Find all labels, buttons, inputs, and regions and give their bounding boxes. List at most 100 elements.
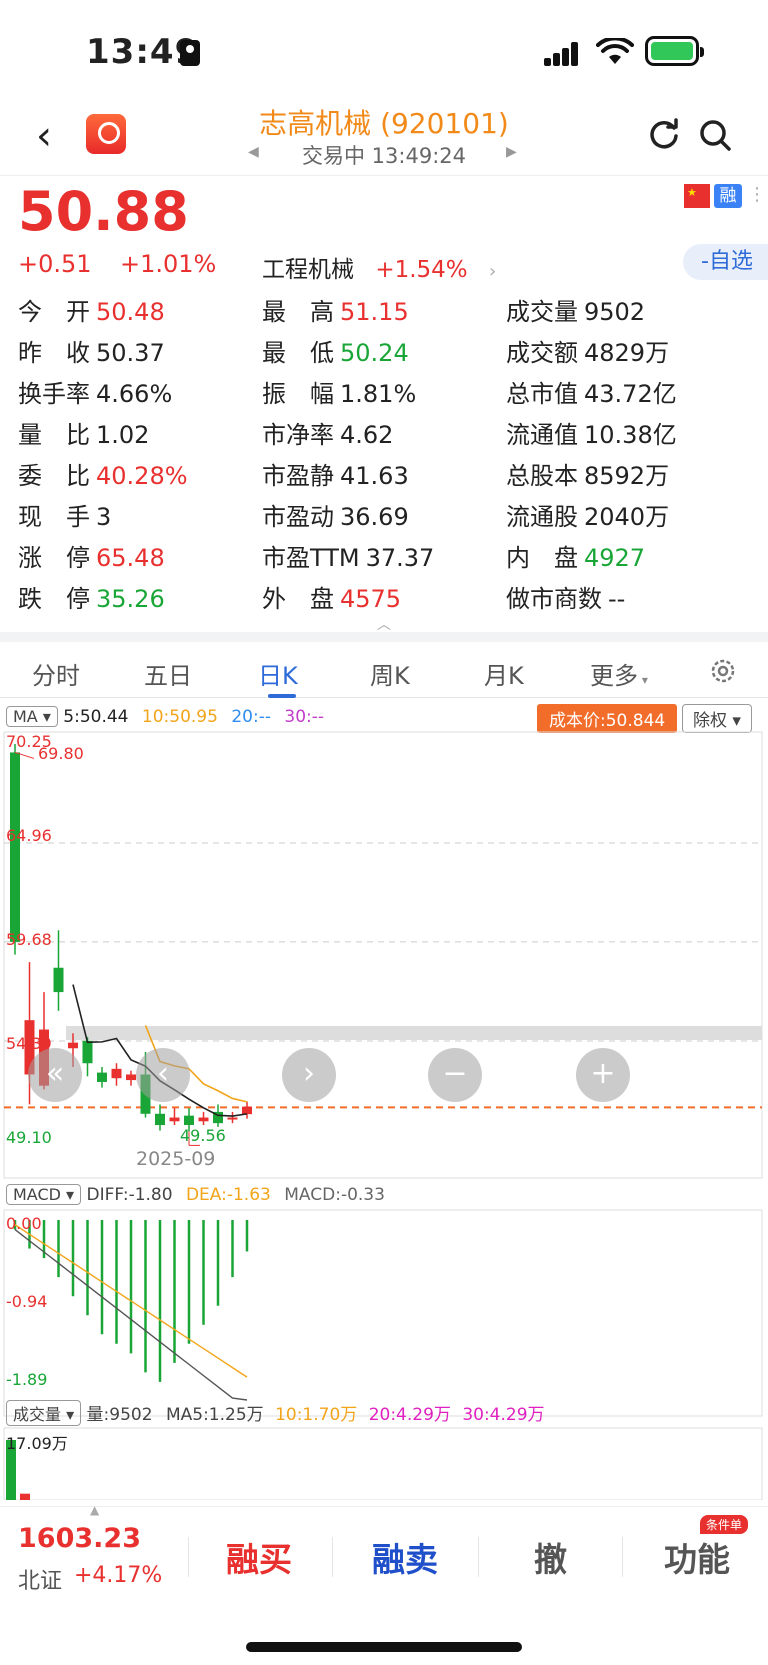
scroll-start-button[interactable]: «	[28, 1048, 82, 1102]
candle-body	[111, 1068, 122, 1079]
candle-body	[155, 1113, 165, 1126]
dropdown-icon: ▾	[638, 673, 648, 687]
dea-value: DEA:-1.63	[185, 1185, 271, 1205]
search-icon[interactable]	[698, 118, 732, 152]
stat-item: 跌 停 35.26	[18, 579, 165, 619]
candle-body	[10, 752, 20, 942]
stat-label: 量 比	[18, 421, 90, 449]
macd-y-mid: -0.94	[6, 1292, 48, 1311]
stat-value: 1.02	[96, 421, 150, 449]
stat-item: 成交量 9502	[506, 292, 645, 332]
stat-value: 8592万	[584, 462, 670, 490]
margin-badge: 融	[714, 184, 742, 208]
scroll-right-button[interactable]: ›	[282, 1048, 336, 1102]
candle-body	[169, 1117, 180, 1122]
margin-sell-button[interactable]: 融卖	[372, 1533, 438, 1581]
stat-label: 内 盘	[506, 544, 578, 572]
stat-value: 37.37	[365, 544, 435, 572]
stat-value: 4829万	[584, 339, 670, 367]
stat-item: 昨 收 50.37	[18, 333, 165, 373]
kline-frame	[3, 731, 763, 1179]
scroll-left-button[interactable]: ‹	[136, 1048, 190, 1102]
date-label: 2025-09	[136, 1148, 216, 1170]
stat-item: 涨 停 65.48	[18, 538, 165, 578]
function-button[interactable]: 功能	[664, 1533, 730, 1581]
tab-more[interactable]: 更多 ▾	[590, 656, 648, 691]
stat-value: 50.37	[96, 339, 165, 367]
refresh-icon[interactable]	[648, 118, 680, 150]
cancel-order-button[interactable]: 撤	[534, 1533, 567, 1581]
stat-value: 51.15	[340, 298, 409, 326]
tab-monthly-k[interactable]: 月K	[484, 656, 524, 691]
stat-value: 40.28%	[96, 462, 188, 490]
diff-value: DIFF:-1.80	[86, 1185, 173, 1205]
volume-selector[interactable]: 成交量 ▾	[6, 1400, 82, 1426]
zoom-out-button[interactable]: −	[428, 1048, 482, 1102]
stat-item: 换手率 4.66%	[18, 374, 172, 414]
sector-link[interactable]: 工程机械 +1.54% ›	[262, 250, 496, 284]
more-icon[interactable]: ⋮	[748, 184, 766, 205]
stat-item: 今 开 50.48	[18, 292, 165, 332]
stat-item: 内 盘 4927	[506, 538, 645, 578]
stat-value: 4.62	[340, 421, 394, 449]
stat-label: 外 盘	[262, 585, 334, 613]
candle-body	[198, 1117, 209, 1122]
expand-caret-icon[interactable]: ▲	[90, 1503, 99, 1517]
stat-label: 流通股	[506, 503, 578, 531]
stat-label: 市盈动	[262, 503, 334, 531]
stat-value: 43.72亿	[584, 380, 677, 408]
stat-label: 总市值	[506, 380, 578, 408]
stat-item: 量 比 1.02	[18, 415, 149, 455]
remove-watchlist-button[interactable]: -自选	[683, 244, 768, 280]
stat-item: 市盈动 36.69	[262, 497, 409, 537]
collapse-caret-icon[interactable]: ︿	[377, 614, 391, 634]
price-band	[66, 1026, 762, 1040]
stat-value: 35.26	[96, 585, 165, 613]
volume-frame	[3, 1427, 763, 1500]
tab-intraday[interactable]: 分时	[32, 656, 80, 691]
y-label-3: 59.68	[6, 930, 52, 949]
candle-body	[126, 1074, 136, 1081]
y-label-2: 64.96	[6, 826, 52, 845]
stat-label: 委 比	[18, 462, 90, 490]
vol-value: 量:9502	[86, 1405, 153, 1425]
tab-daily-k[interactable]: 日K	[258, 656, 298, 691]
stat-label: 流通值	[506, 421, 578, 449]
index-value[interactable]: 1603.23	[18, 1523, 141, 1554]
volume-bar	[20, 1493, 30, 1500]
volume-selector-label: 成交量	[13, 1405, 62, 1424]
stat-value: 65.48	[96, 544, 165, 572]
tab-weekly-k[interactable]: 周K	[370, 656, 410, 691]
stat-label: 现 手	[18, 503, 90, 531]
stat-item: 市盈静 41.63	[262, 456, 409, 496]
zoom-in-button[interactable]: +	[576, 1048, 630, 1102]
china-flag-icon	[684, 184, 710, 208]
high-marker-label: 69.80	[38, 744, 84, 763]
stat-item: 总市值 43.72亿	[506, 374, 677, 414]
macd-selector-label: MACD	[13, 1185, 61, 1204]
stat-item: 振 幅 1.81%	[262, 374, 416, 414]
chart-canvas[interactable]	[0, 700, 768, 1500]
candle-body	[97, 1072, 107, 1082]
stat-item: 外 盘 4575	[262, 579, 401, 619]
margin-buy-button[interactable]: 融买	[226, 1533, 292, 1581]
tab-five-day[interactable]: 五日	[144, 656, 192, 691]
separator	[188, 1537, 189, 1577]
stock-header: ‹ 志高机械 (920101) ◀ 交易中 13:49:24 ▶	[0, 100, 768, 176]
next-stock-icon[interactable]: ▶	[506, 144, 517, 160]
macd-bar: MACD ▾ DIFF:-1.80 DEA:-1.63 MACD:-0.33	[6, 1184, 385, 1205]
stat-item: 市盈TTM 37.37	[262, 538, 434, 578]
home-indicator[interactable]	[246, 1642, 522, 1652]
stat-value: 50.48	[96, 298, 165, 326]
stat-value: 4575	[340, 585, 402, 613]
stat-item: 最 低 50.24	[262, 333, 409, 373]
stat-item: 市净率 4.62	[262, 415, 393, 455]
stat-label: 换手率	[18, 380, 90, 408]
gear-icon[interactable]	[708, 656, 738, 686]
stat-value: 4927	[584, 544, 646, 572]
stat-label: 跌 停	[18, 585, 90, 613]
stat-value: 10.38亿	[584, 421, 677, 449]
macd-selector[interactable]: MACD ▾	[6, 1184, 82, 1205]
stat-value: 9502	[584, 298, 646, 326]
stat-value: 2040万	[584, 503, 670, 531]
